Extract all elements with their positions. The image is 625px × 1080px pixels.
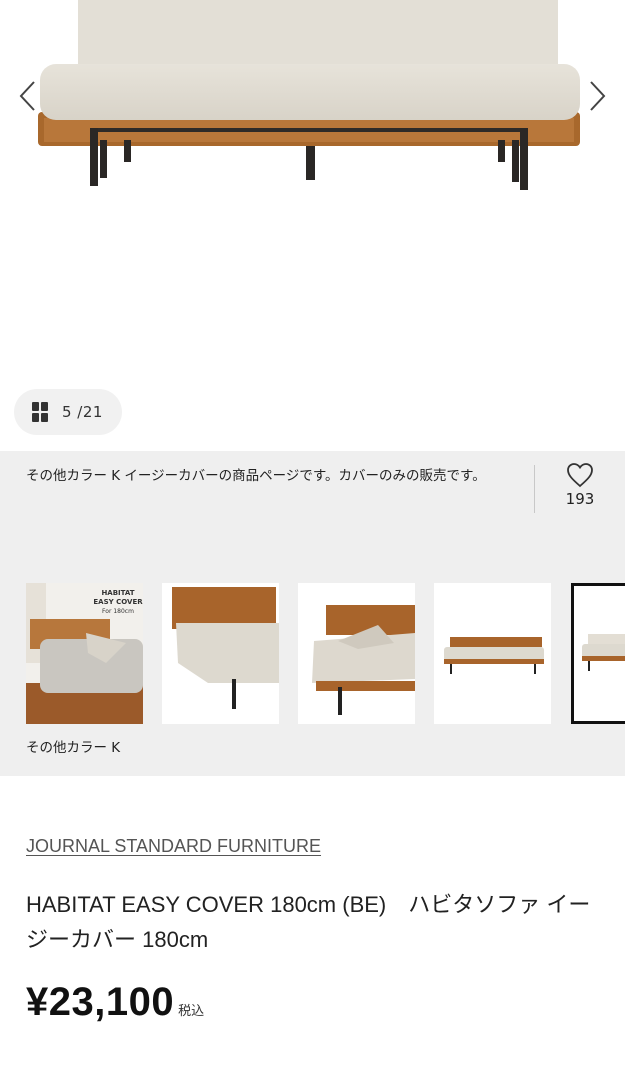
thumbnail-label-line-3: For 180cm <box>102 608 134 615</box>
thumbnail-1[interactable]: HABITAT EASY COVER For 180cm <box>26 583 143 724</box>
sofa-image <box>38 0 580 190</box>
chevron-left-icon[interactable] <box>16 78 40 114</box>
thumbnail-4[interactable] <box>434 583 551 724</box>
grid-icon <box>32 402 48 422</box>
price-block: ¥23,100 税込 <box>26 980 204 1025</box>
product-hero-image[interactable] <box>0 0 625 380</box>
brand-link[interactable]: JOURNAL STANDARD FURNITURE <box>26 836 321 857</box>
thumbnail-caption: その他カラー K <box>26 740 121 756</box>
like-count: 193 <box>565 490 595 508</box>
product-title: HABITAT EASY COVER 180cm (BE) ハビタソファ イージ… <box>26 892 591 952</box>
chevron-right-icon[interactable] <box>585 78 609 114</box>
like-button[interactable]: 193 <box>556 462 604 508</box>
thumbnail-5[interactable] <box>571 583 625 724</box>
price-amount: ¥23,100 <box>26 980 175 1024</box>
product-description: その他カラー K イージーカバーの商品ページです。カバーのみの販売です。 <box>26 468 486 484</box>
heart-icon <box>567 463 593 488</box>
thumbnail-label-line-2: EASY COVER <box>93 598 143 606</box>
thumbnail-label-line-1: HABITAT <box>101 589 134 597</box>
image-counter-button[interactable]: 5 /21 <box>14 389 122 435</box>
thumbnail-3[interactable] <box>298 583 415 724</box>
divider <box>534 465 535 513</box>
tax-label: 税込 <box>178 1004 205 1019</box>
thumbnail-2[interactable] <box>162 583 279 724</box>
image-counter-text: 5 /21 <box>62 403 103 421</box>
thumbnail-strip[interactable]: HABITAT EASY COVER For 180cm <box>26 583 625 725</box>
